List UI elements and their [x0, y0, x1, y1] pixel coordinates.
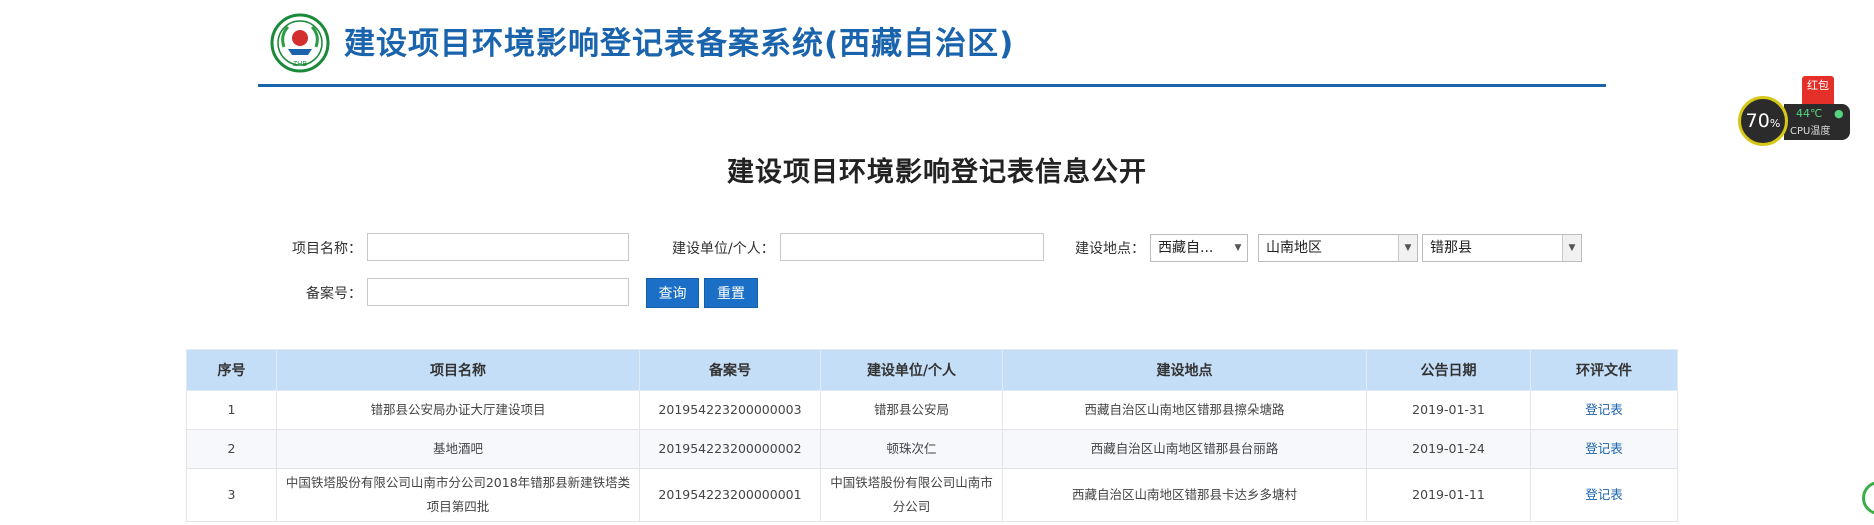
region-select-value: 西藏自...	[1158, 240, 1214, 256]
column-header: 建设地点	[1002, 349, 1367, 391]
registration-form-link[interactable]: 登记表	[1585, 402, 1623, 417]
red-packet-icon[interactable]: 红包	[1802, 76, 1834, 106]
leaf-icon: ●	[1834, 107, 1844, 120]
cpu-usage-value: 70	[1745, 110, 1770, 132]
svg-text:ZHB: ZHB	[293, 61, 307, 68]
reset-button[interactable]: 重置	[704, 278, 758, 308]
table-row: 1 错那县公安局办证大厅建设项目 201954223200000003 错那县公…	[186, 390, 1678, 430]
page-title: 建设项目环境影响登记表信息公开	[727, 157, 1147, 188]
results-table: 序号 项目名称 备案号 建设单位/个人 建设地点 公告日期 环评文件 1 错那县…	[186, 349, 1678, 522]
cell-date: 2019-01-24	[1366, 429, 1531, 469]
cell-file: 登记表	[1530, 468, 1678, 522]
project-name-input[interactable]	[367, 233, 629, 261]
floating-ball-icon[interactable]	[1862, 481, 1874, 515]
cell-record-no: 201954223200000001	[639, 468, 821, 522]
chevron-down-icon: ▼	[1562, 235, 1581, 261]
chevron-down-icon: ▼	[1398, 235, 1417, 261]
site-title: 建设项目环境影响登记表备案系统(西藏自治区)	[344, 26, 1015, 62]
query-button[interactable]: 查询	[646, 278, 699, 308]
cell-record-no: 201954223200000003	[639, 390, 821, 430]
column-header: 项目名称	[276, 349, 640, 391]
cell-file: 登记表	[1530, 429, 1678, 469]
cell-no: 2	[186, 429, 277, 469]
prefecture-select-value: 山南地区	[1266, 240, 1322, 256]
registration-form-link[interactable]: 登记表	[1585, 441, 1623, 456]
county-select-value: 错那县	[1430, 240, 1472, 256]
builder-label: 建设单位/个人：	[672, 241, 775, 257]
builder-input[interactable]	[780, 233, 1044, 261]
county-select[interactable]: 错那县 ▼	[1422, 234, 1582, 262]
cpu-temperature: 44℃	[1796, 107, 1823, 120]
table-row: 2 基地酒吧 201954223200000002 顿珠次仁 西藏自治区山南地区…	[186, 429, 1678, 469]
column-header: 公告日期	[1366, 349, 1531, 391]
zhb-logo-icon: ZHB	[270, 13, 330, 73]
table-row: 3 中国铁塔股份有限公司山南市分公司2018年错那县新建铁塔类项目第四批 201…	[186, 468, 1678, 522]
registration-form-link[interactable]: 登记表	[1585, 487, 1623, 502]
cell-no: 1	[186, 390, 277, 430]
site-header: ZHB 建设项目环境影响登记表备案系统(西藏自治区)	[258, 0, 1606, 90]
column-header: 序号	[186, 349, 277, 391]
cell-location: 西藏自治区山南地区错那县卡达乡多塘村	[1002, 468, 1367, 522]
cell-location: 西藏自治区山南地区错那县台丽路	[1002, 429, 1367, 469]
record-no-label: 备案号：	[306, 286, 362, 302]
cell-no: 3	[186, 468, 277, 522]
cell-date: 2019-01-11	[1366, 468, 1531, 522]
percent-sign: %	[1769, 117, 1781, 130]
cell-builder: 顿珠次仁	[820, 429, 1003, 469]
record-no-input[interactable]	[367, 278, 629, 306]
cpu-temp-label: CPU温度	[1790, 126, 1831, 137]
region-select[interactable]: 西藏自... ▼	[1150, 234, 1248, 262]
cell-project-name: 中国铁塔股份有限公司山南市分公司2018年错那县新建铁塔类项目第四批	[276, 468, 640, 522]
red-packet-label: 红包	[1807, 79, 1829, 92]
cell-file: 登记表	[1530, 390, 1678, 430]
project-name-label: 项目名称：	[292, 241, 362, 257]
prefecture-select[interactable]: 山南地区 ▼	[1258, 234, 1418, 262]
cell-record-no: 201954223200000002	[639, 429, 821, 469]
column-header: 建设单位/个人	[820, 349, 1003, 391]
cpu-temp-panel: 44℃ ● CPU温度	[1784, 104, 1850, 140]
cell-location: 西藏自治区山南地区错那县擦朵塘路	[1002, 390, 1367, 430]
cpu-usage-ring: 70%	[1738, 96, 1788, 146]
cell-project-name: 基地酒吧	[276, 429, 640, 469]
column-header: 环评文件	[1530, 349, 1678, 391]
table-header-row: 序号 项目名称 备案号 建设单位/个人 建设地点 公告日期 环评文件	[186, 349, 1678, 391]
cpu-temperature-widget[interactable]: 红包 44℃ ● CPU温度 70%	[1736, 76, 1854, 152]
cell-builder: 中国铁塔股份有限公司山南市分公司	[820, 468, 1003, 522]
cell-project-name: 错那县公安局办证大厅建设项目	[276, 390, 640, 430]
header-divider	[258, 84, 1606, 87]
location-label: 建设地点：	[1075, 241, 1145, 257]
cell-builder: 错那县公安局	[820, 390, 1003, 430]
chevron-down-icon: ▼	[1234, 243, 1242, 253]
column-header: 备案号	[639, 349, 821, 391]
cell-date: 2019-01-31	[1366, 390, 1531, 430]
